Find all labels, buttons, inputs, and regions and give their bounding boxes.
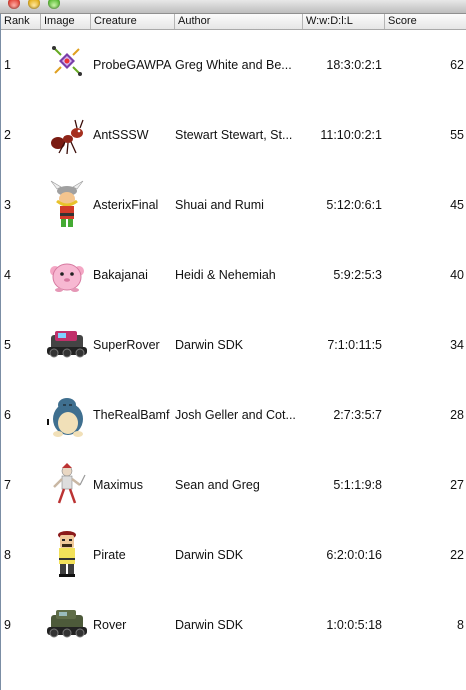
author-cell: Greg White and Be... <box>175 58 292 72</box>
record-cell: 5:12:0:6:1 <box>326 198 382 212</box>
table-row[interactable]: 3 AsterixFinal Shuai and Rumi 5:12:0:6:1… <box>1 170 466 240</box>
author-cell: Shuai and Rumi <box>175 198 264 212</box>
creature-name-cell: AsterixFinal <box>93 198 159 212</box>
rank-cell: 6 <box>4 408 11 422</box>
score-cell: 55 <box>450 128 464 142</box>
author-cell: Sean and Greg <box>175 478 260 492</box>
score-cell: 22 <box>450 548 464 562</box>
image-cell <box>41 380 91 450</box>
warrior-creature-icon <box>53 463 86 504</box>
ant-creature-icon <box>51 119 84 155</box>
record-cell: 1:0:0:5:18 <box>326 618 382 632</box>
score-cell: 8 <box>457 618 464 632</box>
record-cell: 2:7:3:5:7 <box>333 408 382 422</box>
column-header-creature[interactable]: Creature <box>91 14 175 29</box>
snorlax-creature-icon <box>47 398 83 437</box>
image-cell <box>41 240 91 310</box>
record-cell: 6:2:0:0:16 <box>326 548 382 562</box>
author-cell: Stewart Stewart, St... <box>175 128 293 142</box>
image-cell <box>41 590 91 660</box>
rank-cell: 5 <box>4 338 11 352</box>
minimize-window-icon[interactable] <box>28 0 40 9</box>
image-cell <box>41 520 91 590</box>
score-cell: 27 <box>450 478 464 492</box>
table-row[interactable]: 1 ProbeGAWPA Greg White and Be... 18:3:0… <box>1 30 466 100</box>
record-cell: 5:1:1:9:8 <box>333 478 382 492</box>
table-row[interactable]: 9 Rover Darwin SDK 1:0:0:5:18 8 <box>1 590 466 660</box>
column-header-author[interactable]: Author <box>175 14 303 29</box>
creature-name-cell: Bakajanai <box>93 268 148 282</box>
image-cell <box>41 450 91 520</box>
score-cell: 28 <box>450 408 464 422</box>
record-cell: 7:1:0:11:5 <box>327 338 382 352</box>
pirate-creature-icon <box>58 531 76 577</box>
column-header-wdl[interactable]: W:w:D:l:L <box>303 14 385 29</box>
author-cell: Josh Geller and Cot... <box>175 408 296 422</box>
author-cell: Darwin SDK <box>175 548 244 562</box>
record-cell: 11:10:0:2:1 <box>320 128 382 142</box>
table-row[interactable]: 8 Pirate Darwin SDK 6:2:0:0:16 22 <box>1 520 466 590</box>
author-cell: Heidi & Nehemiah <box>175 268 276 282</box>
column-header-image[interactable]: Image <box>41 14 91 29</box>
score-cell: 45 <box>450 198 464 212</box>
rank-cell: 9 <box>4 618 11 632</box>
image-cell <box>41 30 91 100</box>
score-cell: 40 <box>450 268 464 282</box>
score-cell: 62 <box>450 58 464 72</box>
table-header: Rank Image Creature Author W:w:D:l:L Sco… <box>1 14 466 30</box>
table-row[interactable]: 7 Maximus Sean and Greg 5:1:1:9:8 27 <box>1 450 466 520</box>
table-row[interactable]: 6 TheRealBamf Josh Geller and Cot... 2:7… <box>1 380 466 450</box>
column-header-score[interactable]: Score <box>385 14 466 29</box>
rank-cell: 4 <box>4 268 11 282</box>
creature-name-cell: TheRealBamf <box>93 408 170 422</box>
author-cell: Darwin SDK <box>175 618 244 632</box>
creature-name-cell: Maximus <box>93 478 144 492</box>
creature-name-cell: Pirate <box>93 548 126 562</box>
creature-name-cell: AntSSSW <box>93 128 149 142</box>
image-cell <box>41 100 91 170</box>
table-row[interactable]: 2 AntSSSW Stewart Stewart, St... 11:10:0… <box>1 100 466 170</box>
table-row[interactable]: 5 SuperRover Darwin SDK 7:1:0:11:5 34 <box>1 310 466 380</box>
image-cell <box>41 310 91 380</box>
column-header-rank[interactable]: Rank <box>1 14 41 29</box>
table-row[interactable]: 4 Bakajanai Heidi & Nehemiah 5:9:2:5:3 4… <box>1 240 466 310</box>
creature-name-cell: Rover <box>93 618 127 632</box>
superrover-creature-icon <box>47 331 87 358</box>
window-title-bar <box>0 0 466 14</box>
rover-creature-icon <box>47 610 87 638</box>
pink-blob-creature-icon <box>50 263 84 292</box>
score-cell: 34 <box>450 338 464 352</box>
asterix-creature-icon <box>50 180 84 227</box>
probe-creature-icon <box>52 46 82 76</box>
author-cell: Darwin SDK <box>175 338 244 352</box>
record-cell: 18:3:0:2:1 <box>326 58 382 72</box>
close-window-icon[interactable] <box>8 0 20 9</box>
image-cell <box>41 170 91 240</box>
rank-cell: 8 <box>4 548 11 562</box>
zoom-window-icon[interactable] <box>48 0 60 9</box>
rank-cell: 2 <box>4 128 11 142</box>
rank-cell: 3 <box>4 198 11 212</box>
creature-name-cell: ProbeGAWPA <box>93 58 172 72</box>
creature-name-cell: SuperRover <box>93 338 160 352</box>
rank-cell: 1 <box>4 58 11 72</box>
rank-cell: 7 <box>4 478 11 492</box>
record-cell: 5:9:2:5:3 <box>333 268 382 282</box>
